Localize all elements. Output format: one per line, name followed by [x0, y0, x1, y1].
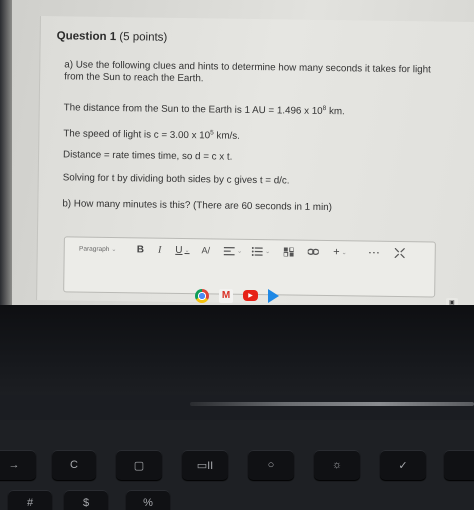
question-points: (5 points)	[119, 31, 168, 44]
play-store-icon[interactable]	[268, 288, 279, 303]
expand-editor-button[interactable]	[394, 244, 405, 262]
underline-button[interactable]: U ⌄	[175, 241, 190, 259]
keyboard: → C ▢ ▭II ○ ☼ ✓ # $ %	[0, 420, 474, 510]
key-5[interactable]: %	[126, 490, 170, 510]
more-options-button[interactable]: ···	[368, 244, 381, 262]
key-4[interactable]: $	[64, 490, 108, 510]
gmail-icon[interactable]: M	[219, 288, 233, 303]
question-title: Question 1 (5 points)	[57, 30, 168, 44]
part-b-question: b) How many minutes is this? (There are …	[62, 198, 332, 214]
plus-icon: +	[333, 246, 340, 259]
chevron-down-icon: ⌄	[341, 249, 347, 256]
laptop-hinge	[0, 305, 474, 395]
key-overview[interactable]: ▭II	[182, 450, 228, 480]
text-color-button[interactable]: A/	[201, 241, 211, 259]
chevron-down-icon: ⌄	[237, 248, 243, 255]
insert-more-button[interactable]: + ⌄	[333, 243, 347, 261]
align-button[interactable]: ⌄	[224, 242, 242, 260]
bullet-list-icon	[252, 246, 264, 256]
paragraph-style-label: Paragraph	[79, 245, 110, 253]
speed-unit: km/s.	[213, 130, 240, 142]
list-button[interactable]: ⌄	[252, 242, 270, 260]
key-brightness-up[interactable]: ☼	[314, 450, 360, 480]
distance-clue: The distance from the Sun to the Earth i…	[64, 98, 345, 118]
chevron-down-icon: ⌄	[265, 248, 271, 255]
hinge-highlight	[190, 402, 474, 406]
key-fullscreen[interactable]: ▢	[116, 450, 162, 480]
bold-button[interactable]: B	[137, 240, 144, 258]
distance-clue-text: The distance from the Sun to the Earth i…	[63, 102, 323, 117]
key-forward[interactable]: →	[0, 450, 36, 480]
tray-icon[interactable]: ▣	[446, 298, 458, 305]
key-brightness-down[interactable]: ○	[248, 450, 294, 480]
os-shelf: M ▶	[0, 286, 474, 305]
underline-label: U	[175, 244, 183, 256]
key-privacy[interactable]: ✓	[380, 450, 426, 480]
solve-clue: Solving for t by dividing both sides by …	[62, 172, 290, 187]
formula-clue: Distance = rate times time, so d = c x t…	[62, 149, 233, 163]
key-3[interactable]: #	[8, 490, 52, 510]
italic-button[interactable]: I	[158, 241, 162, 259]
paragraph-style-select[interactable]: Paragraph ⌄	[75, 240, 121, 259]
chevron-down-icon: ⌄	[184, 247, 190, 254]
editor-toolbar: Paragraph ⌄ B I U ⌄ A/ ⌄ ⌄ + ⌄ ···	[65, 237, 435, 264]
key-extra[interactable]	[444, 450, 474, 480]
expand-icon	[394, 247, 405, 259]
insert-media-button[interactable]	[284, 242, 295, 260]
insert-link-button[interactable]	[308, 243, 320, 261]
chrome-icon[interactable]	[195, 288, 209, 303]
screen-bezel	[0, 0, 12, 305]
speed-clue-text: The speed of light is c = 3.00 x 10	[63, 128, 211, 142]
youtube-icon[interactable]: ▶	[243, 290, 258, 301]
laptop-screen: Question 1 (5 points) a) Use the followi…	[0, 0, 474, 305]
distance-unit: km.	[326, 106, 345, 118]
part-a-line-2: from the Sun to reach the Earth.	[64, 71, 204, 85]
link-icon	[308, 248, 320, 256]
question-title-text: Question 1	[56, 30, 117, 44]
align-left-icon	[224, 246, 236, 255]
speed-clue: The speed of light is c = 3.00 x 105 km/…	[63, 124, 240, 142]
question-card: Question 1 (5 points) a) Use the followi…	[36, 16, 474, 305]
key-refresh[interactable]: C	[52, 450, 96, 480]
media-icon	[284, 246, 295, 257]
chevron-down-icon: ⌄	[111, 246, 117, 253]
